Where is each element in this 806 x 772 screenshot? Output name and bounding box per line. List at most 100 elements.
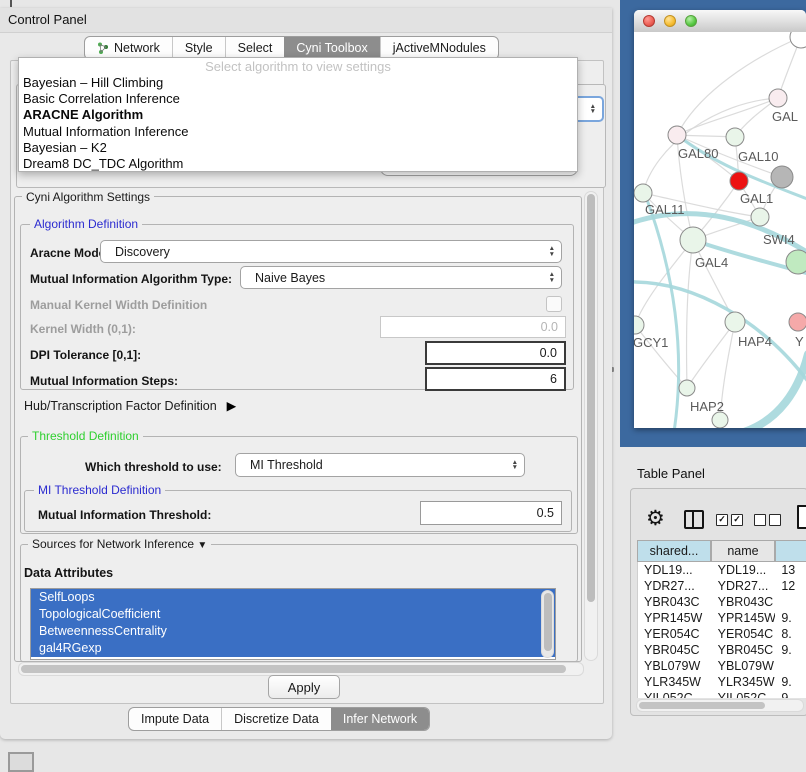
network-node-gal4[interactable] <box>680 227 706 253</box>
dropdown-item-mutual-information-inference[interactable]: Mutual Information Inference <box>19 124 577 140</box>
mi-steps-field[interactable]: 6 <box>425 367 566 391</box>
table-cell[interactable]: 8. <box>775 626 806 642</box>
column-layout-icon[interactable] <box>684 510 704 529</box>
mi-type-combo[interactable]: Naive Bayes ▲▼ <box>240 266 562 289</box>
table-cell[interactable]: YBR045C <box>638 642 712 658</box>
network-node-y[interactable] <box>789 313 806 331</box>
tab-jactivemnodules[interactable]: jActiveMNodules <box>380 37 498 59</box>
network-node-hap2[interactable] <box>679 380 695 396</box>
table-cell[interactable]: YBR043C <box>712 594 776 610</box>
table-cell[interactable]: 9. <box>775 674 806 690</box>
settings-horizontal-scrollbar[interactable] <box>18 662 584 676</box>
network-node[interactable] <box>751 208 769 226</box>
table-cell[interactable]: YPR145W <box>638 610 712 626</box>
control-panel-titlebar[interactable] <box>0 8 612 33</box>
table-cell[interactable]: YDR27... <box>638 578 712 594</box>
tab-network[interactable]: Network <box>85 37 172 59</box>
manual-kernel-checkbox[interactable] <box>546 296 562 312</box>
which-threshold-combo[interactable]: MI Threshold ▲▼ <box>235 453 525 477</box>
network-node-gal[interactable] <box>769 89 787 107</box>
table-row[interactable]: YER054CYER054C8. <box>638 626 806 642</box>
zoom-traffic-light[interactable] <box>685 15 697 27</box>
close-traffic-light[interactable] <box>643 15 655 27</box>
attribute-item-betweennesscentrality[interactable]: BetweennessCentrality <box>31 623 555 640</box>
attributes-list-scrollbar[interactable] <box>541 590 554 658</box>
table-cell[interactable]: YDL19... <box>712 562 776 578</box>
network-node-swi4[interactable] <box>786 250 806 274</box>
network-node-gal1[interactable] <box>730 172 748 190</box>
table-horizontal-scrollbar[interactable] <box>636 699 804 712</box>
table-cell[interactable]: YBL079W <box>712 658 776 674</box>
column-header-shared[interactable]: shared... <box>637 540 711 562</box>
deselect-all-checkboxes-icon[interactable] <box>754 514 781 526</box>
table-cell[interactable]: YBL079W <box>638 658 712 674</box>
table-cell[interactable]: YDR27... <box>712 578 776 594</box>
kernel-width-field[interactable]: 0.0 <box>380 316 566 338</box>
hub-definition-toggle[interactable]: Hub/Transcription Factor Definition▶ <box>24 398 236 413</box>
table-row[interactable]: YBR043CYBR043C <box>638 594 806 610</box>
network-node-gal80[interactable] <box>668 126 686 144</box>
scrollbar-thumb[interactable] <box>544 593 552 651</box>
table-cell[interactable]: YBR043C <box>638 594 712 610</box>
table-cell[interactable]: YIL052C <box>712 690 776 698</box>
aracne-mode-combo[interactable]: Discovery ▲▼ <box>100 240 562 263</box>
tab-cyni-toolbox[interactable]: Cyni Toolbox <box>284 37 379 59</box>
dropdown-item-basic-correlation-inference[interactable]: Basic Correlation Inference <box>19 91 577 107</box>
select-all-checkboxes-icon[interactable]: ✓✓ <box>716 514 743 526</box>
scrollbar-thumb[interactable] <box>21 665 566 673</box>
document-icon[interactable] <box>797 505 806 529</box>
table-cell[interactable] <box>775 658 806 674</box>
minimized-icon[interactable] <box>8 752 34 772</box>
minimize-traffic-light[interactable] <box>664 15 676 27</box>
network-canvas[interactable]: GALGAL80GAL10GAL1GAL11GAL4SWI4GCY1HAP4YH… <box>634 32 806 428</box>
table-cell[interactable]: YER054C <box>712 626 776 642</box>
dropdown-item-dream8-dc-tdc-algorithm[interactable]: Dream8 DC_TDC Algorithm <box>19 156 577 172</box>
tab-infer-network[interactable]: Infer Network <box>331 708 429 730</box>
table-row[interactable]: YBR045CYBR045C9. <box>638 642 806 658</box>
table-cell[interactable]: 9. <box>775 610 806 626</box>
table-row[interactable]: YDL19...YDL19...13 <box>638 562 806 578</box>
network-node-hap4[interactable] <box>725 312 745 332</box>
mi-threshold-field[interactable]: 0.5 <box>420 501 562 525</box>
table-row[interactable]: YIL052CYIL052C9 <box>638 690 806 698</box>
table-cell[interactable]: 12 <box>775 578 806 594</box>
table-cell[interactable]: 13 <box>775 562 806 578</box>
expand-arrow-icon[interactable]: ▶ <box>227 398 237 413</box>
network-window-titlebar[interactable] <box>634 10 806 33</box>
dpi-tolerance-field[interactable]: 0.0 <box>425 341 566 365</box>
table-cell[interactable]: YER054C <box>638 626 712 642</box>
table-cell[interactable]: YLR345W <box>638 674 712 690</box>
table-cell[interactable]: 9. <box>775 642 806 658</box>
attribute-item-gal4rgexp[interactable]: gal4RGexp <box>31 640 555 657</box>
table-row[interactable]: YPR145WYPR145W9. <box>638 610 806 626</box>
tab-discretize-data[interactable]: Discretize Data <box>221 708 331 730</box>
dropdown-item-bayesian-k2[interactable]: Bayesian – K2 <box>19 140 577 156</box>
network-node[interactable] <box>712 412 728 428</box>
table-cell[interactable]: YBR045C <box>712 642 776 658</box>
apply-button[interactable]: Apply <box>268 675 340 699</box>
collapse-arrow-icon[interactable]: ▼ <box>197 540 207 551</box>
settings-vertical-scrollbar[interactable] <box>584 191 598 661</box>
table-row[interactable]: YDR27...YDR27...12 <box>638 578 806 594</box>
table-cell[interactable] <box>775 594 806 610</box>
attribute-item-selfloops[interactable]: SelfLoops <box>31 589 555 606</box>
tab-select[interactable]: Select <box>225 37 285 59</box>
tab-impute-data[interactable]: Impute Data <box>129 708 221 730</box>
scrollbar-thumb[interactable] <box>639 702 765 709</box>
table-cell[interactable]: YLR345W <box>712 674 776 690</box>
table-cell[interactable]: YPR145W <box>712 610 776 626</box>
table-cell[interactable]: 9 <box>775 690 806 698</box>
network-node-gal11[interactable] <box>634 184 652 202</box>
dropdown-item-bayesian-hill-climbing[interactable]: Bayesian – Hill Climbing <box>19 75 577 91</box>
scrollbar-thumb[interactable] <box>587 194 595 602</box>
column-header-col2[interactable] <box>775 540 806 562</box>
table-cell[interactable]: YDL19... <box>638 562 712 578</box>
gear-icon[interactable]: ⚙ <box>646 506 665 531</box>
table-row[interactable]: YBL079WYBL079W <box>638 658 806 674</box>
network-node[interactable] <box>771 166 793 188</box>
network-node-gal10[interactable] <box>726 128 744 146</box>
table-row[interactable]: YLR345WYLR345W9. <box>638 674 806 690</box>
table-cell[interactable]: YIL052C <box>638 690 712 698</box>
column-header-name[interactable]: name <box>711 540 775 562</box>
dropdown-item-aracne-algorithm[interactable]: ARACNE Algorithm <box>19 107 577 123</box>
